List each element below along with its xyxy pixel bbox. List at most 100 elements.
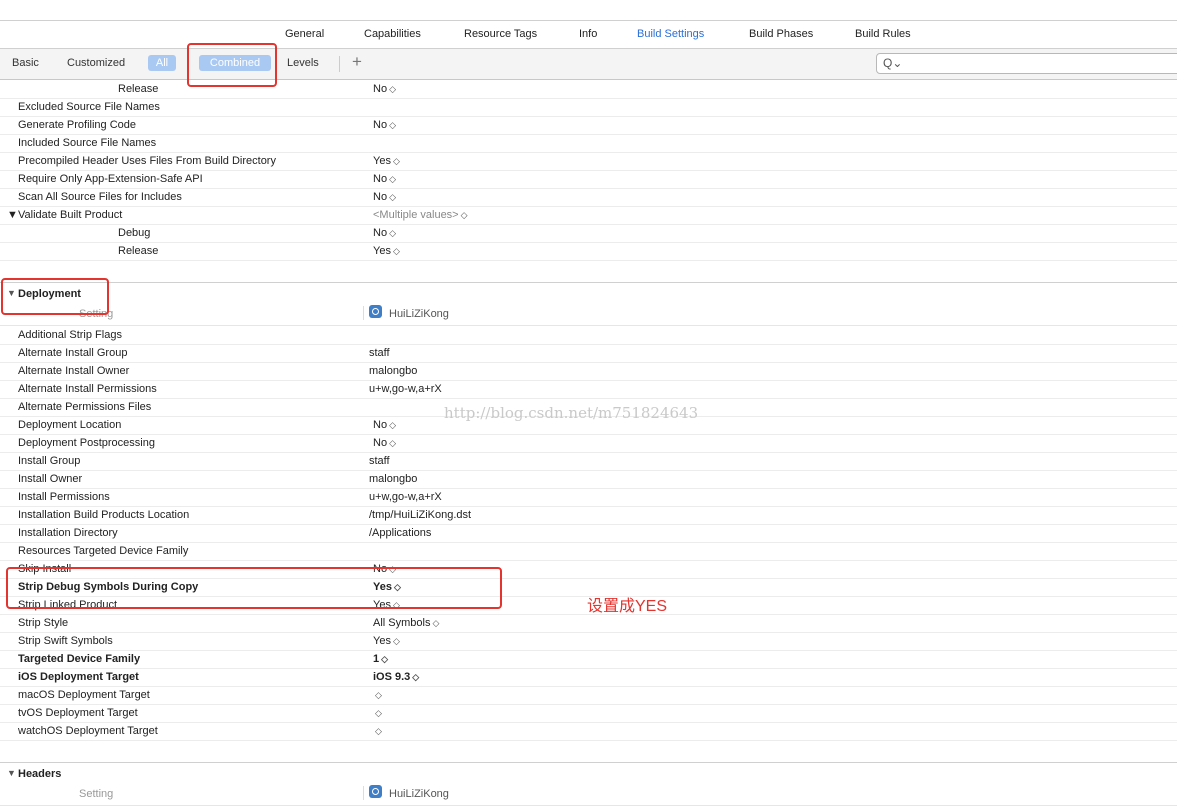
column-setting: Setting	[79, 788, 114, 800]
setting-value[interactable]: No ◇	[373, 173, 396, 185]
add-setting-button[interactable]: +	[352, 52, 362, 72]
setting-row[interactable]: Debug No ◇	[0, 225, 1177, 243]
section-headers[interactable]: ▼ Headers	[0, 762, 1177, 782]
setting-row[interactable]: Excluded Source File Names	[0, 99, 1177, 117]
setting-label: Additional Strip Flags	[18, 329, 122, 341]
setting-row[interactable]: Install Permissions u+w,go-w,a+rX	[0, 489, 1177, 507]
setting-label: Targeted Device Family	[18, 653, 141, 665]
setting-value[interactable]: <Multiple values> ◇	[373, 209, 468, 221]
setting-label: Generate Profiling Code	[18, 119, 137, 131]
setting-label: Strip Style	[18, 617, 69, 629]
setting-value[interactable]: 1 ◇	[373, 653, 388, 665]
filter-bar: Basic Customized All Combined Levels + Q…	[0, 49, 1177, 80]
setting-row[interactable]: iOS Deployment Target iOS 9.3 ◇	[0, 669, 1177, 687]
column-target: HuiLiZiKong	[389, 308, 449, 320]
column-header: Setting HuiLiZiKong	[0, 305, 1177, 326]
setting-row[interactable]: tvOS Deployment Target ◇	[0, 705, 1177, 723]
setting-label: Alternate Install Owner	[18, 365, 130, 377]
setting-value[interactable]: All Symbols ◇	[373, 617, 439, 629]
search-field[interactable]: Q⌄	[876, 53, 1177, 74]
setting-row[interactable]: Alternate Install Group staff	[0, 345, 1177, 363]
setting-value[interactable]: No ◇	[373, 227, 396, 239]
setting-value[interactable]: staff	[369, 455, 390, 467]
setting-value[interactable]: ◇	[373, 689, 382, 701]
setting-label: Strip Swift Symbols	[18, 635, 113, 647]
setting-row[interactable]: Targeted Device Family 1 ◇	[0, 651, 1177, 669]
setting-value[interactable]: No ◇	[373, 191, 396, 203]
watermark: http://blog.csdn.net/m751824643	[444, 404, 699, 422]
highlight-deployment	[1, 278, 109, 315]
setting-label: Included Source File Names	[18, 137, 157, 149]
setting-label: Debug	[118, 227, 151, 239]
setting-row[interactable]: Strip Swift Symbols Yes ◇	[0, 633, 1177, 651]
disclosure-triangle-icon[interactable]: ▼	[7, 768, 16, 778]
setting-row[interactable]: Generate Profiling Code No ◇	[0, 117, 1177, 135]
setting-row[interactable]: Strip Style All Symbols ◇	[0, 615, 1177, 633]
setting-value[interactable]: No ◇	[373, 119, 396, 131]
setting-label: Deployment Postprocessing	[18, 437, 155, 449]
setting-value[interactable]: Yes ◇	[373, 155, 400, 167]
setting-row[interactable]: Resources Targeted Device Family	[0, 543, 1177, 561]
tab-resource-tags[interactable]: Resource Tags	[464, 28, 537, 40]
disclosure-triangle-icon[interactable]: ▼	[7, 209, 18, 221]
setting-label: Alternate Permissions Files	[18, 401, 152, 413]
setting-label: watchOS Deployment Target	[18, 725, 158, 737]
setting-label: Install Permissions	[18, 491, 110, 503]
setting-value[interactable]: u+w,go-w,a+rX	[369, 491, 442, 503]
setting-row[interactable]: ▼ Validate Built Product <Multiple values>…	[0, 207, 1177, 225]
filter-separator	[339, 56, 340, 72]
setting-value[interactable]: iOS 9.3 ◇	[373, 671, 419, 683]
filter-basic[interactable]: Basic	[12, 57, 39, 69]
filter-all[interactable]: All	[148, 55, 176, 71]
setting-label: Deployment Location	[18, 419, 122, 431]
column-header: Setting HuiLiZiKong	[0, 785, 1177, 806]
section-title: Headers	[18, 768, 62, 780]
setting-row[interactable]: macOS Deployment Target ◇	[0, 687, 1177, 705]
setting-value[interactable]: u+w,go-w,a+rX	[369, 383, 442, 395]
setting-value[interactable]: No ◇	[373, 419, 396, 431]
setting-row[interactable]: Included Source File Names	[0, 135, 1177, 153]
setting-row[interactable]: Installation Build Products Location/tmp…	[0, 507, 1177, 525]
target-app-icon	[369, 305, 382, 318]
setting-row[interactable]: Alternate Install Owner malongbo	[0, 363, 1177, 381]
setting-label: Alternate Install Permissions	[18, 383, 157, 395]
setting-label: Precompiled Header Uses Files From Build…	[18, 155, 276, 167]
setting-row[interactable]: Install Owner malongbo	[0, 471, 1177, 489]
setting-label: Resources Targeted Device Family	[18, 545, 189, 557]
setting-row[interactable]: Install Group staff	[0, 453, 1177, 471]
setting-value[interactable]: No ◇	[373, 437, 396, 449]
tab-capabilities[interactable]: Capabilities	[364, 28, 421, 40]
setting-value[interactable]: malongbo	[369, 473, 417, 485]
setting-label: Install Owner	[18, 473, 83, 485]
tab-build-rules[interactable]: Build Rules	[855, 28, 911, 40]
setting-value[interactable]: staff	[369, 347, 390, 359]
setting-row[interactable]: Require Only App-Extension-Safe API No ◇	[0, 171, 1177, 189]
tab-info[interactable]: Info	[579, 28, 597, 40]
setting-value[interactable]: ◇	[373, 707, 382, 719]
setting-row[interactable]: Additional Strip Flags	[0, 327, 1177, 345]
setting-label: iOS Deployment Target	[18, 671, 139, 683]
setting-row[interactable]: Installation Directory/Applications	[0, 525, 1177, 543]
setting-value[interactable]: ◇	[373, 725, 382, 737]
setting-value[interactable]: malongbo	[369, 365, 417, 377]
setting-value[interactable]: /Applications	[369, 527, 431, 539]
tab-build-settings[interactable]: Build Settings	[637, 28, 704, 40]
tab-general[interactable]: General	[285, 28, 324, 40]
filter-levels[interactable]: Levels	[287, 57, 319, 69]
setting-row[interactable]: Precompiled Header Uses Files From Build…	[0, 153, 1177, 171]
setting-value[interactable]: Yes ◇	[373, 245, 400, 257]
setting-value[interactable]: Yes ◇	[373, 635, 400, 647]
setting-label: Require Only App-Extension-Safe API	[18, 173, 203, 185]
setting-value[interactable]: /tmp/HuiLiZiKong.dst	[369, 509, 471, 521]
setting-row[interactable]: watchOS Deployment Target ◇	[0, 723, 1177, 741]
setting-row[interactable]: Scan All Source Files for Includes No ◇	[0, 189, 1177, 207]
tab-build-phases[interactable]: Build Phases	[749, 28, 813, 40]
setting-row[interactable]: Deployment Postprocessing No ◇	[0, 435, 1177, 453]
setting-row[interactable]: Alternate Install Permissions u+w,go-w,a+…	[0, 381, 1177, 399]
filter-customized[interactable]: Customized	[67, 57, 125, 69]
section-deployment[interactable]: ▼ Deployment	[0, 282, 1177, 302]
search-icon: Q⌄	[883, 56, 903, 70]
setting-row[interactable]: Release No ◇	[0, 81, 1177, 99]
setting-row[interactable]: Release Yes ◇	[0, 243, 1177, 261]
setting-value[interactable]: No ◇	[373, 83, 396, 95]
